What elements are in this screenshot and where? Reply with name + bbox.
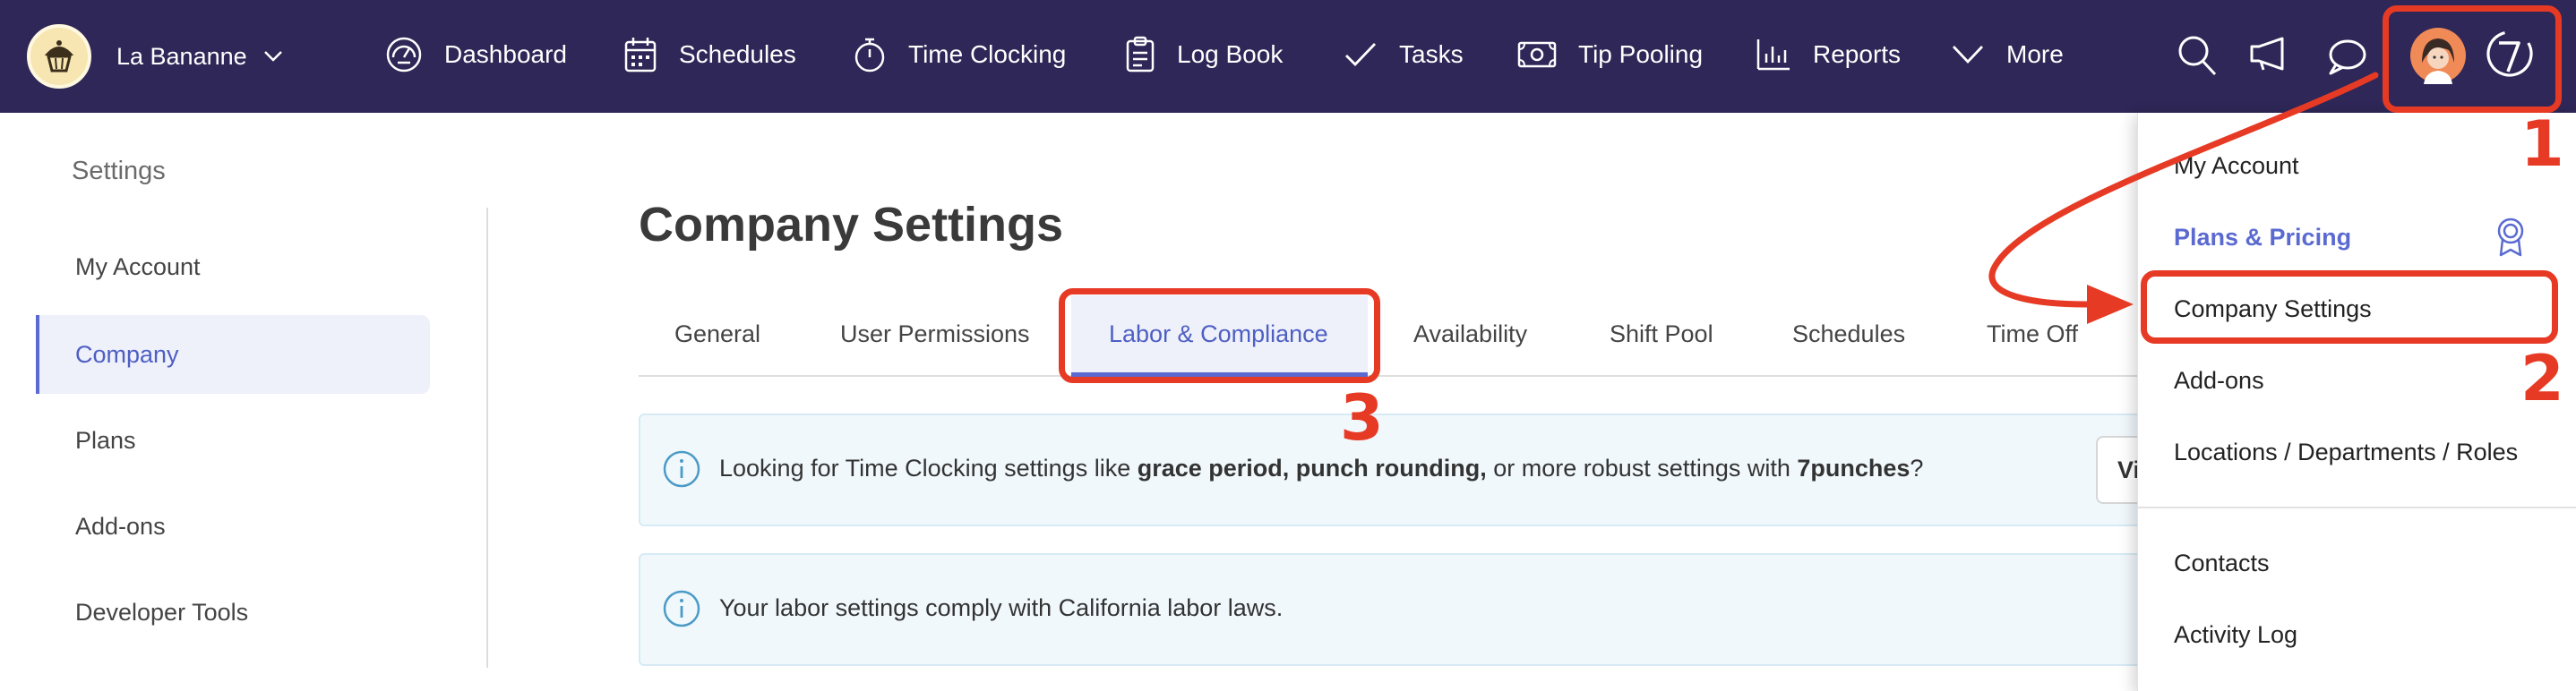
nav-tip-pooling[interactable]: Tip Pooling [1517,32,1703,77]
banner-text-middle: or more robust settings with [1486,455,1798,482]
info-icon [662,589,701,633]
clipboard-icon [1126,36,1155,73]
nav-more[interactable]: More [1951,32,2064,77]
annotation-number-2: 2 [2520,342,2564,415]
cupcake-logo-icon [27,24,91,89]
location-switcher[interactable]: La Bananne [27,21,283,91]
nav-label: Dashboard [444,40,567,68]
tab-general[interactable]: General [674,320,760,348]
banner-message: Looking for Time Clocking settings like … [719,455,1923,482]
tab-availability[interactable]: Availability [1413,320,1527,348]
sidebar-item-label: Plans [75,426,136,454]
banner-text-bold: grace period, punch rounding, [1137,455,1487,482]
nav-time-clocking[interactable]: Time Clocking [853,32,1066,77]
info-icon [662,449,701,493]
info-banner-time-clocking: Looking for Time Clocking settings like … [639,414,2197,526]
banner-text-product: 7punches [1797,455,1911,482]
annotation-number-1: 1 [2520,107,2564,181]
banner-message: Your labor settings comply with Californ… [719,594,1284,621]
money-icon [1517,41,1557,68]
nav-label: Schedules [679,40,796,68]
menu-item-add-ons[interactable]: Add-ons [2174,367,2264,395]
chat-bubble-icon[interactable] [2327,38,2366,80]
menu-item-my-account[interactable]: My Account [2174,152,2299,180]
gauge-icon [386,37,422,73]
nav-label: Tip Pooling [1578,40,1704,68]
account-dropdown-menu: My Account Plans & Pricing Company Setti… [2137,113,2576,691]
menu-divider [2138,507,2576,508]
menu-item-activity-log[interactable]: Activity Log [2174,621,2297,649]
banner-text-suffix: ? [1910,455,1924,482]
nav-label: More [2006,40,2064,68]
award-ribbon-icon [2493,217,2529,262]
annotation-box-labor-tab [1059,288,1380,383]
tabs-divider [639,375,2143,377]
tab-schedules[interactable]: Schedules [1792,320,1905,348]
megaphone-icon[interactable] [2248,36,2289,76]
chevron-down-icon [263,50,283,63]
tab-time-off[interactable]: Time Off [1987,320,2078,348]
sidebar-item-label: Developer Tools [75,598,249,626]
annotation-number-3: 3 [1340,381,1384,455]
info-banner-compliance: Your labor settings comply with Californ… [639,553,2197,666]
sidebar-item-label: My Account [75,252,201,280]
nav-label: Log Book [1177,40,1284,68]
sidebar-item-plans[interactable]: Plans [36,401,430,480]
nav-label: Time Clocking [908,40,1067,68]
menu-item-locations-departments-roles[interactable]: Locations / Departments / Roles [2174,439,2518,466]
sidebar-item-label: Company [75,340,179,368]
bar-chart-icon [1756,39,1790,71]
banner-text-prefix: Looking for Time Clocking settings like [719,455,1138,482]
sidebar-divider [486,208,488,668]
sidebar-item-company[interactable]: Company [36,315,430,394]
nav-label: Tasks [1399,40,1464,68]
menu-item-plans-pricing[interactable]: Plans & Pricing [2174,224,2351,252]
annotation-box-company-settings [2141,270,2558,344]
sidebar-item-my-account[interactable]: My Account [36,227,430,306]
annotation-box-avatar [2383,5,2562,113]
page-title: Company Settings [639,198,1064,252]
nav-label: Reports [1813,40,1902,68]
stopwatch-icon [854,38,885,73]
sidebar-title: Settings [72,157,166,185]
nav-log-book[interactable]: Log Book [1125,32,1283,77]
nav-reports[interactable]: Reports [1756,32,1901,77]
menu-item-contacts[interactable]: Contacts [2174,550,2270,577]
top-navigation-bar: La Bananne Dashboard Schedules Time Cloc… [0,0,2576,113]
tab-shift-pool[interactable]: Shift Pool [1610,320,1713,348]
chevron-down-icon [1952,46,1984,64]
nav-tasks[interactable]: Tasks [1344,32,1464,77]
sidebar-item-label: Add-ons [75,512,166,540]
sidebar-item-developer-tools[interactable]: Developer Tools [36,573,430,652]
nav-dashboard[interactable]: Dashboard [385,32,567,77]
calendar-icon [624,38,657,73]
location-name: La Bananne [116,42,247,70]
sidebar-item-add-ons[interactable]: Add-ons [36,487,430,566]
checkmark-icon [1345,43,1377,67]
nav-schedules[interactable]: Schedules [623,32,796,77]
tab-user-permissions[interactable]: User Permissions [840,320,1030,348]
search-icon[interactable] [2177,34,2218,81]
